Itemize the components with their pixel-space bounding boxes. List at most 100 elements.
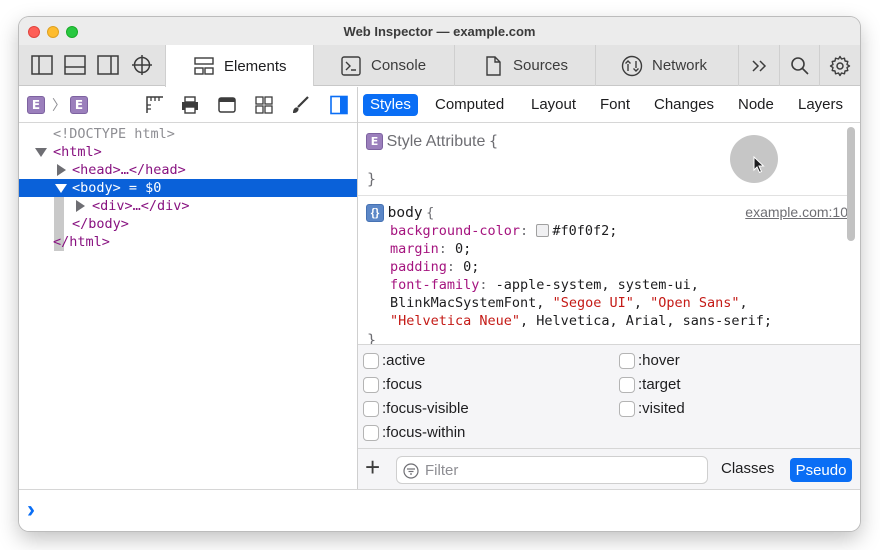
classes-button[interactable]: Classes	[721, 460, 774, 477]
layout-rulers-icon[interactable]	[145, 95, 165, 115]
checkbox[interactable]	[619, 352, 635, 369]
toggle-details-sidebar-icon[interactable]	[329, 95, 349, 115]
declaration-font-family[interactable]: font-family: -apple-system, system-ui,	[390, 277, 699, 293]
checkbox[interactable]	[363, 400, 379, 417]
property-value: 0;	[455, 241, 472, 257]
font-value-string: "Segoe UI"	[552, 295, 634, 311]
gear-icon	[829, 55, 851, 76]
font-value-string: "Helvetica Neue"	[390, 313, 521, 329]
dock-left-icon[interactable]	[30, 54, 54, 76]
pseudo-focus-toggle[interactable]: :focus	[363, 376, 422, 393]
dom-node-div[interactable]: <div>…</div>	[19, 197, 357, 215]
pseudo-button[interactable]: Pseudo	[790, 458, 852, 482]
tab-console[interactable]: Console	[313, 45, 454, 86]
dom-node-body-close[interactable]: </body>	[19, 215, 357, 233]
style-attribute-badge: E	[366, 133, 383, 150]
quick-console[interactable]: ›	[19, 489, 860, 531]
sidebar-tab-computed[interactable]: Computed	[428, 94, 511, 116]
styles-scrollbar[interactable]	[847, 127, 855, 241]
settings-button[interactable]	[819, 45, 860, 86]
dom-node-head[interactable]: <head>…</head>	[19, 161, 357, 179]
screenshot-icon[interactable]	[217, 95, 237, 115]
checkbox[interactable]	[619, 376, 635, 393]
checkbox[interactable]	[619, 400, 635, 417]
tab-elements[interactable]: Elements	[165, 45, 313, 87]
body-open-tag: <body>	[72, 180, 121, 196]
breadcrumb-separator: 〉	[52, 97, 66, 113]
style-attribute-label: Style Attribute	[386, 133, 486, 150]
tab-network-label: Network	[652, 57, 708, 74]
filter-placeholder: Filter	[425, 461, 459, 479]
dom-node-html-close[interactable]: </html>	[19, 233, 357, 251]
checkbox[interactable]	[363, 352, 379, 369]
more-tabs-button[interactable]	[738, 45, 779, 86]
sidebar-tab-changes[interactable]: Changes	[647, 94, 721, 116]
body-close-tag: </body>	[72, 216, 129, 232]
paintbrush-icon[interactable]	[290, 95, 310, 115]
collapsed-disclosure-icon[interactable]	[57, 164, 66, 176]
font-value-part: , Helvetica, Arial, sans-serif;	[520, 313, 773, 329]
pseudo-focus-visible-toggle[interactable]: :focus-visible	[363, 400, 469, 417]
pseudo-label: :hover	[638, 352, 680, 369]
sidebar-tab-layout[interactable]: Layout	[524, 94, 583, 116]
style-attribute-rule[interactable]: E Style Attribute {	[366, 132, 498, 151]
font-value-part: BlinkMacSystemFont,	[390, 295, 553, 311]
declaration-margin[interactable]: margin: 0;	[390, 241, 471, 257]
body-selector: body	[387, 205, 423, 221]
tab-elements-label: Elements	[224, 57, 287, 75]
checkbox[interactable]	[363, 376, 379, 393]
body-rule-open-brace: {	[426, 205, 435, 221]
font-value-string: "Open Sans"	[650, 295, 740, 311]
sidebar-tab-layers[interactable]: Layers	[791, 94, 850, 116]
title-bar: Web Inspector — example.com	[19, 17, 860, 45]
checkbox[interactable]	[363, 424, 379, 441]
pseudo-visited-toggle[interactable]: :visited	[619, 400, 685, 417]
head-tag: <head>…</head>	[72, 162, 186, 178]
search-button[interactable]	[779, 45, 819, 86]
sidebar-tab-node[interactable]: Node	[731, 94, 781, 116]
breadcrumb-html-badge[interactable]: E	[27, 96, 45, 114]
stylesheet-source-link[interactable]: example.com:10	[745, 204, 848, 220]
pseudo-focus-within-toggle[interactable]: :focus-within	[363, 424, 465, 441]
declaration-background-color[interactable]: background-color: #f0f0f2;	[390, 223, 617, 239]
pseudo-active-toggle[interactable]: :active	[363, 352, 425, 369]
dom-node-html[interactable]: <html>	[19, 143, 357, 161]
body-rule-header[interactable]: {} body {	[366, 204, 434, 222]
filter-input[interactable]: Filter	[396, 456, 708, 484]
body-rule-close-brace: }	[367, 331, 377, 344]
expanded-disclosure-icon[interactable]	[55, 184, 67, 193]
expanded-disclosure-icon[interactable]	[35, 148, 47, 157]
tab-network[interactable]: Network	[595, 45, 738, 86]
div-tag: <div>…</div>	[92, 198, 190, 214]
mouse-cursor-icon	[753, 156, 765, 174]
dock-right-icon[interactable]	[96, 54, 120, 76]
style-attribute-open-brace: {	[488, 132, 498, 150]
declaration-padding[interactable]: padding: 0;	[390, 259, 479, 275]
add-rule-button[interactable]: +	[365, 454, 380, 480]
pseudo-hover-toggle[interactable]: :hover	[619, 352, 680, 369]
more-tabs-icon	[752, 59, 767, 72]
sidebar-tab-styles[interactable]: Styles	[363, 94, 418, 116]
search-icon	[790, 56, 809, 75]
console-icon	[341, 55, 361, 76]
property-name: background-color	[390, 223, 521, 239]
font-value-part: ,	[633, 295, 651, 311]
pseudo-label: :active	[382, 352, 426, 369]
collapsed-disclosure-icon[interactable]	[76, 200, 85, 212]
breadcrumb-body-badge[interactable]: E	[70, 96, 88, 114]
grid-overlay-icon[interactable]	[254, 95, 274, 115]
web-inspector-window: Web Inspector — example.com Elements Con…	[19, 17, 860, 531]
pseudo-target-toggle[interactable]: :target	[619, 376, 681, 393]
color-swatch[interactable]	[536, 224, 550, 237]
dock-bottom-icon[interactable]	[63, 54, 87, 76]
sidebar-tab-font[interactable]: Font	[593, 94, 637, 116]
property-value: -apple-system, system-ui,	[495, 277, 699, 293]
tab-sources[interactable]: Sources	[454, 45, 595, 86]
tab-console-label: Console	[371, 57, 427, 74]
dom-node-doctype[interactable]: <!DOCTYPE html>	[19, 125, 357, 143]
print-icon[interactable]	[180, 95, 200, 115]
dom-node-body[interactable]: <body> = $0	[19, 179, 357, 197]
styles-pane: E Style Attribute { } {} body { example.…	[358, 124, 860, 344]
element-picker-icon[interactable]	[130, 54, 154, 76]
pseudo-label: :focus	[382, 376, 423, 393]
